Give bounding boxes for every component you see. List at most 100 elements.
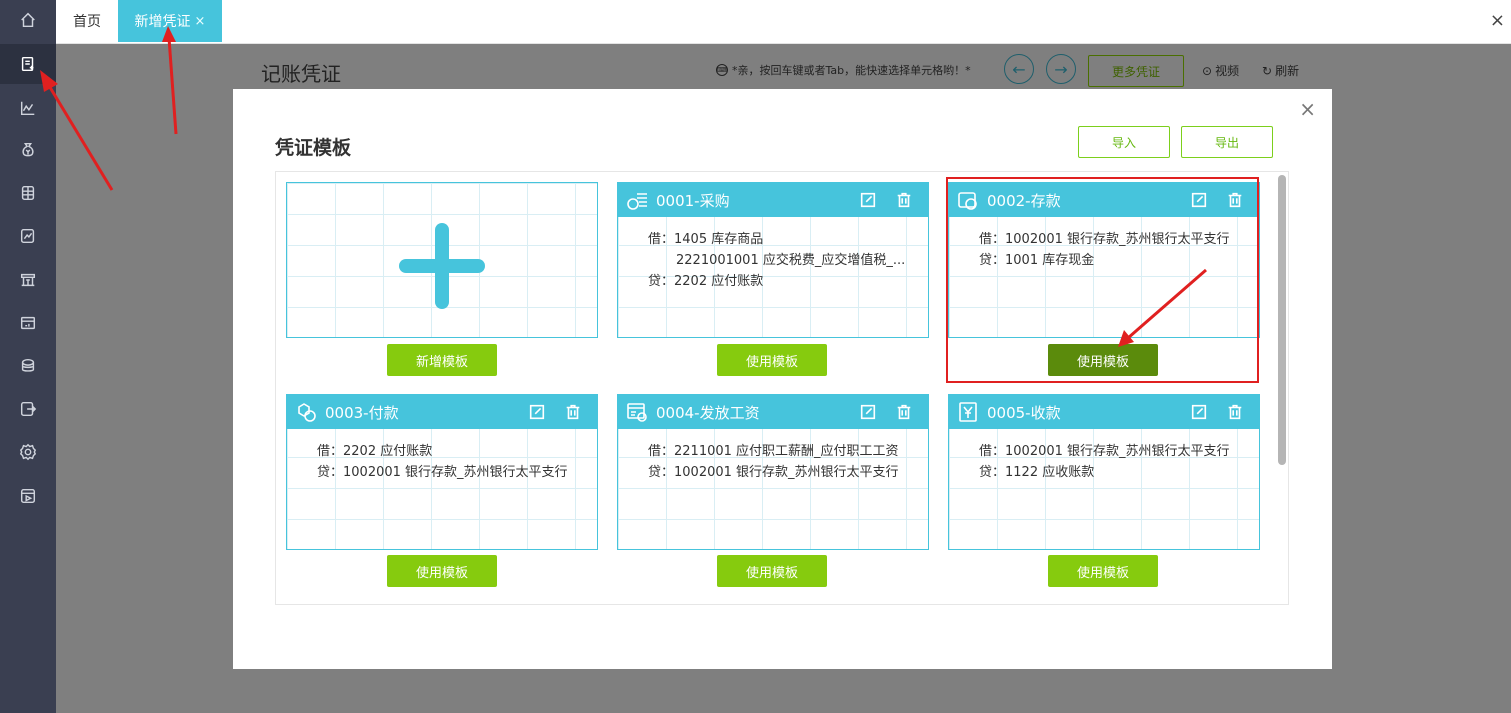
ledger-icon — [21, 185, 35, 201]
entry-line: 借：2202 应付账款 — [317, 444, 433, 459]
template-card-0004: 0004-发放工资 借：2211001 应付职工薪酬_应付职工工资 贷：1002… — [617, 394, 929, 550]
tab-new-voucher[interactable]: 新增凭证 × — [118, 0, 222, 42]
page-title: 记账凭证 — [261, 62, 341, 86]
template-name: 0004-发放工资 — [656, 403, 760, 422]
template-entries: 借：2202 应付账款 贷：1002001 银行存款_苏州银行太平支行 — [317, 441, 568, 483]
edit-icon[interactable] — [527, 402, 547, 422]
template-card-0005: 0005-收款 借：1002001 银行存款_苏州银行太平支行 贷：1122 应… — [948, 394, 1260, 550]
refresh-link[interactable]: ↻ 刷新 — [1262, 62, 1299, 79]
template-name: 0005-收款 — [987, 403, 1061, 422]
entry-line: 借：2211001 应付职工薪酬_应付职工工资 — [648, 444, 899, 459]
use-template-button-0003[interactable]: 使用模板 — [387, 555, 497, 587]
scrollbar[interactable] — [1278, 175, 1286, 465]
template-card-0002: 0002-存款 借：1002001 银行存款_苏州银行太平支行 贷：1001 库… — [948, 182, 1260, 338]
salary-icon — [21, 358, 35, 372]
sidebar-item-assets[interactable] — [0, 303, 56, 343]
sidebar-item-money[interactable] — [0, 130, 56, 170]
entry-line: 借：1002001 银行存款_苏州银行太平支行 — [979, 232, 1230, 247]
export-icon — [20, 401, 37, 417]
sidebar-item-home[interactable] — [0, 0, 56, 40]
delete-icon[interactable] — [1225, 190, 1245, 210]
sidebar-item-video[interactable] — [0, 476, 56, 516]
sidebar — [0, 0, 56, 713]
video-label: 视频 — [1215, 64, 1240, 78]
report-icon — [20, 228, 35, 244]
video-icon — [20, 488, 36, 504]
refresh-label: 刷新 — [1275, 64, 1300, 78]
sidebar-item-settings[interactable] — [0, 432, 56, 472]
keyboard-hint: ⌨ *亲，按回车键或者Tab，能快速选择单元格哟！* — [716, 62, 971, 78]
sidebar-item-export[interactable] — [0, 389, 56, 429]
use-template-button-0002[interactable]: 使用模板 — [1048, 344, 1158, 376]
template-card-header: 0002-存款 — [949, 183, 1259, 217]
payroll-icon — [626, 401, 648, 423]
delete-icon[interactable] — [894, 190, 914, 210]
delete-icon[interactable] — [894, 402, 914, 422]
entry-line: 贷：1001 库存现金 — [979, 253, 1095, 268]
template-card-header: 0005-收款 — [949, 395, 1259, 429]
import-button[interactable]: 导入 — [1078, 126, 1170, 158]
entry-line: 借：1405 库存商品 — [648, 232, 764, 247]
template-card-0003: 0003-付款 借：2202 应付账款 贷：1002001 银行存款_苏州银行太… — [286, 394, 598, 550]
template-name: 0003-付款 — [325, 403, 399, 422]
deposit-icon — [957, 189, 979, 211]
assets-icon — [20, 316, 36, 330]
tab-close-icon[interactable]: × — [195, 14, 206, 29]
delete-icon[interactable] — [1225, 402, 1245, 422]
template-entries: 借：1002001 银行存款_苏州银行太平支行 贷：1122 应收账款 — [979, 441, 1230, 483]
video-link[interactable]: ⊙ 视频 — [1202, 62, 1239, 79]
arrow-left-icon: ← — [1012, 59, 1026, 79]
payment-icon — [295, 401, 317, 423]
receipt-icon — [957, 401, 979, 423]
purchase-icon — [626, 189, 648, 211]
line-chart-icon — [20, 101, 35, 116]
template-entries: 借：1002001 银行存款_苏州银行太平支行 贷：1001 库存现金 — [979, 229, 1230, 271]
tab-home[interactable]: 首页 — [56, 0, 118, 42]
template-card-header: 0004-发放工资 — [618, 395, 928, 429]
sidebar-item-report[interactable] — [0, 216, 56, 256]
export-button[interactable]: 导出 — [1181, 126, 1273, 158]
entry-line: 借：1002001 银行存款_苏州银行太平支行 — [979, 444, 1230, 459]
modal-close-icon[interactable]: × — [1299, 97, 1316, 121]
edit-icon[interactable] — [1189, 402, 1209, 422]
edit-icon[interactable] — [1189, 190, 1209, 210]
new-template-card[interactable] — [286, 182, 598, 338]
money-bag-icon — [22, 142, 34, 157]
tab-new-voucher-label: 新增凭证 — [134, 14, 191, 30]
use-template-button-0001[interactable]: 使用模板 — [717, 344, 827, 376]
delete-icon[interactable] — [563, 402, 583, 422]
window-close-icon[interactable]: × — [1490, 10, 1505, 31]
entry-line: 贷：1122 应收账款 — [979, 465, 1095, 480]
sidebar-item-chart[interactable] — [0, 88, 56, 128]
sidebar-item-books[interactable] — [0, 173, 56, 213]
template-name: 0002-存款 — [987, 191, 1061, 210]
edit-icon[interactable] — [858, 402, 878, 422]
template-card-header: 0003-付款 — [287, 395, 597, 429]
more-vouchers-button[interactable]: 更多凭证 — [1088, 55, 1184, 87]
modal-title: 凭证模板 — [275, 137, 352, 159]
gear-icon — [19, 443, 37, 461]
template-name: 0001-采购 — [656, 191, 730, 210]
building-icon — [20, 273, 36, 287]
refresh-icon: ↻ — [1262, 63, 1273, 78]
sidebar-item-tax[interactable] — [0, 260, 56, 300]
entry-line: 贷：1002001 银行存款_苏州银行太平支行 — [317, 465, 568, 480]
edit-icon[interactable] — [858, 190, 878, 210]
template-modal: × 凭证模板 导入 导出 新增模板 0001-采购 借：1405 库存商品 22… — [233, 89, 1332, 669]
play-circle-icon: ⊙ — [1202, 63, 1213, 78]
new-template-button[interactable]: 新增模板 — [387, 344, 497, 376]
keyboard-hint-text: *亲，按回车键或者Tab，能快速选择单元格哟！* — [732, 64, 971, 77]
entry-line: 贷：1002001 银行存款_苏州银行太平支行 — [648, 465, 899, 480]
keyboard-icon: ⌨ — [716, 64, 728, 76]
template-entries: 借：2211001 应付职工薪酬_应付职工工资 贷：1002001 银行存款_苏… — [648, 441, 899, 483]
sidebar-item-voucher[interactable] — [0, 44, 56, 84]
next-voucher-button[interactable]: → — [1046, 54, 1076, 84]
tab-bar: 首页 新增凭证 × × — [56, 0, 1511, 44]
sidebar-item-salary[interactable] — [0, 346, 56, 386]
use-template-button-0004[interactable]: 使用模板 — [717, 555, 827, 587]
arrow-right-icon: → — [1054, 59, 1068, 79]
prev-voucher-button[interactable]: ← — [1004, 54, 1034, 84]
voucher-icon — [21, 56, 34, 72]
use-template-button-0005[interactable]: 使用模板 — [1048, 555, 1158, 587]
home-icon — [21, 12, 35, 28]
